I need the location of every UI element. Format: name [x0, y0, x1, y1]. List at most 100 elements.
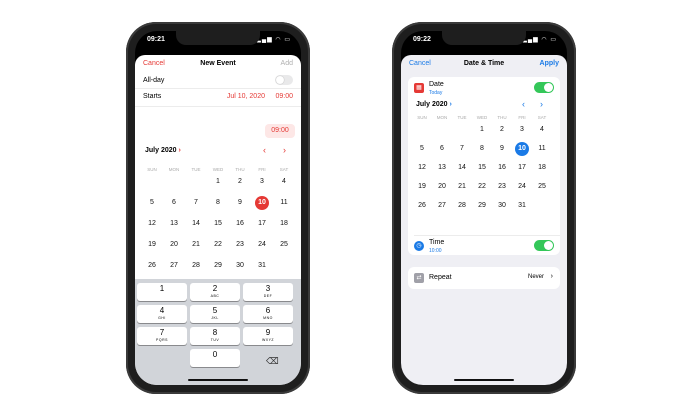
- calendar-day[interactable]: 8: [211, 196, 225, 210]
- calendar-day[interactable]: 1: [211, 175, 225, 189]
- calendar-day[interactable]: 30: [233, 259, 247, 273]
- date-toggle[interactable]: [534, 82, 554, 93]
- calendar-day[interactable]: 23: [495, 180, 509, 194]
- starts-date[interactable]: Jul 10, 2020: [227, 93, 265, 100]
- repeat-icon: ⇄: [414, 273, 424, 283]
- calendar-day[interactable]: 4: [277, 175, 291, 189]
- keypad-key-3[interactable]: 3 DEF: [243, 283, 293, 301]
- calendar-day[interactable]: 29: [211, 259, 225, 273]
- selected-day[interactable]: 10: [515, 142, 529, 156]
- calendar-day[interactable]: 5: [415, 142, 429, 156]
- weekday-label: WED: [212, 167, 224, 172]
- calendar-day[interactable]: 3: [515, 123, 529, 137]
- keypad-key-0[interactable]: 0: [190, 349, 240, 367]
- calendar-day[interactable]: 27: [167, 259, 181, 273]
- calendar-day[interactable]: 21: [455, 180, 469, 194]
- keypad-key-4[interactable]: 4 GHI: [137, 305, 187, 323]
- allday-row: All-day: [135, 73, 301, 89]
- calendar-day[interactable]: 21: [189, 238, 203, 252]
- weekday-label: MON: [168, 167, 180, 172]
- calendar-day[interactable]: 14: [455, 161, 469, 175]
- calendar-day[interactable]: 25: [277, 238, 291, 252]
- calendar-day[interactable]: 19: [145, 238, 159, 252]
- calendar-day[interactable]: 4: [535, 123, 549, 137]
- calendar-day[interactable]: 26: [145, 259, 159, 273]
- keypad-key-6[interactable]: 6 MNO: [243, 305, 293, 323]
- add-button[interactable]: Add: [281, 60, 293, 67]
- starts-time[interactable]: 09:00: [275, 93, 293, 100]
- calendar-day[interactable]: 22: [475, 180, 489, 194]
- time-toggle[interactable]: [534, 240, 554, 251]
- allday-toggle[interactable]: [275, 75, 293, 85]
- calendar-day[interactable]: 6: [435, 142, 449, 156]
- month-picker[interactable]: July 2020 ›: [416, 101, 452, 108]
- calendar-day[interactable]: 26: [415, 199, 429, 213]
- calendar-day[interactable]: 18: [277, 217, 291, 231]
- calendar-day[interactable]: 28: [455, 199, 469, 213]
- calendar-day[interactable]: 9: [233, 196, 247, 210]
- calendar-day[interactable]: 19: [415, 180, 429, 194]
- calendar-day[interactable]: 27: [435, 199, 449, 213]
- calendar-day[interactable]: 11: [535, 142, 549, 156]
- next-month-button[interactable]: ›: [540, 99, 543, 109]
- calendar-day[interactable]: 17: [255, 217, 269, 231]
- calendar-day[interactable]: 16: [233, 217, 247, 231]
- date-label: Date: [429, 81, 444, 88]
- keypad-key-2[interactable]: 2 ABC: [190, 283, 240, 301]
- repeat-row[interactable]: ⇄ Repeat Never ›: [408, 267, 560, 289]
- time-input-pill[interactable]: 09:00: [265, 124, 295, 138]
- calendar-day[interactable]: 20: [435, 180, 449, 194]
- key-digit: 5: [212, 306, 218, 315]
- calendar-day[interactable]: 24: [515, 180, 529, 194]
- starts-label: Starts: [143, 93, 162, 100]
- calendar-day[interactable]: 11: [277, 196, 291, 210]
- prev-month-button[interactable]: ‹: [522, 99, 525, 109]
- calendar-day[interactable]: 18: [535, 161, 549, 175]
- keypad-key-1[interactable]: 1: [137, 283, 187, 301]
- keypad-key-5[interactable]: 5 JKL: [190, 305, 240, 323]
- calendar-day[interactable]: 13: [435, 161, 449, 175]
- calendar-day[interactable]: 6: [167, 196, 181, 210]
- key-digit: 8: [212, 328, 218, 337]
- month-picker[interactable]: July 2020 ›: [145, 147, 181, 154]
- apply-button[interactable]: Apply: [540, 60, 559, 67]
- next-month-button[interactable]: ›: [283, 145, 286, 155]
- calendar-day[interactable]: 7: [455, 142, 469, 156]
- calendar-day[interactable]: 17: [515, 161, 529, 175]
- calendar-day[interactable]: 16: [495, 161, 509, 175]
- selected-day[interactable]: 10: [255, 196, 269, 210]
- calendar-day[interactable]: 30: [495, 199, 509, 213]
- calendar-day[interactable]: 5: [145, 196, 159, 210]
- calendar-day[interactable]: 31: [255, 259, 269, 273]
- calendar-day[interactable]: 9: [495, 142, 509, 156]
- calendar-day[interactable]: 14: [189, 217, 203, 231]
- calendar-day[interactable]: 22: [211, 238, 225, 252]
- calendar-day[interactable]: 13: [167, 217, 181, 231]
- calendar-day[interactable]: 23: [233, 238, 247, 252]
- time-subtitle: 10:00: [429, 248, 442, 254]
- calendar-day[interactable]: 12: [145, 217, 159, 231]
- keypad-key-8[interactable]: 8 TUV: [190, 327, 240, 345]
- calendar-day[interactable]: 8: [475, 142, 489, 156]
- calendar-day[interactable]: 15: [211, 217, 225, 231]
- calendar-day[interactable]: 12: [415, 161, 429, 175]
- calendar-day[interactable]: 2: [233, 175, 247, 189]
- calendar-day[interactable]: 31: [515, 199, 529, 213]
- keypad-key-7[interactable]: 7 PQRS: [137, 327, 187, 345]
- calendar-day[interactable]: 20: [167, 238, 181, 252]
- keypad-key-9[interactable]: 9 WXYZ: [243, 327, 293, 345]
- time-row[interactable]: ◷ Time 10:00: [408, 235, 560, 255]
- calendar-day[interactable]: 29: [475, 199, 489, 213]
- calendar-day[interactable]: 7: [189, 196, 203, 210]
- calendar-day[interactable]: 24: [255, 238, 269, 252]
- calendar-day[interactable]: 1: [475, 123, 489, 137]
- calendar-day[interactable]: 3: [255, 175, 269, 189]
- backspace-key[interactable]: ⌫: [266, 356, 279, 367]
- calendar-day[interactable]: 28: [189, 259, 203, 273]
- right-screen: 09:22 ▂▄▆ ◠ ▭ Cancel Date & Time Apply ▦…: [401, 31, 567, 385]
- calendar-day[interactable]: 15: [475, 161, 489, 175]
- prev-month-button[interactable]: ‹: [263, 145, 266, 155]
- starts-row[interactable]: Starts Jul 10, 2020 09:00: [135, 89, 301, 107]
- calendar-day[interactable]: 2: [495, 123, 509, 137]
- calendar-day[interactable]: 25: [535, 180, 549, 194]
